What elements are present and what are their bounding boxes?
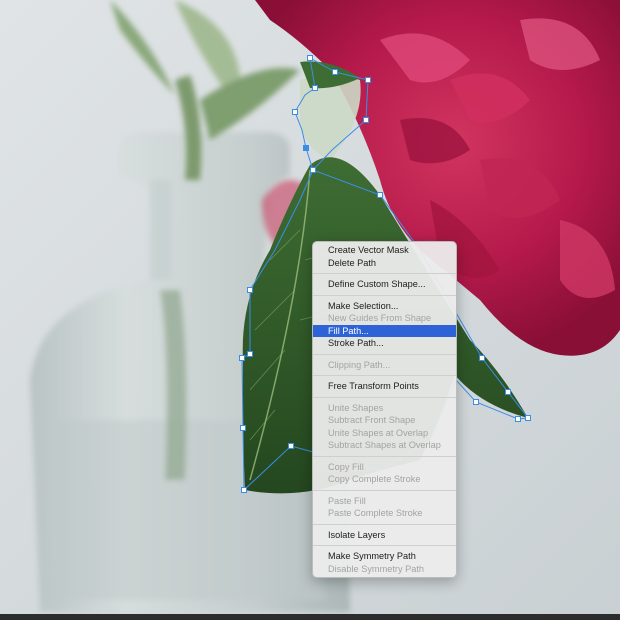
menu-item-delete-path[interactable]: Delete Path	[313, 257, 456, 270]
menu-item-unite-shapes: Unite Shapes	[328, 402, 384, 413]
menu-separator	[313, 350, 456, 359]
menu-separator	[313, 269, 456, 278]
menu-separator	[313, 291, 456, 300]
menu-separator	[313, 452, 456, 461]
menu-item-paste-fill: Paste Fill	[328, 495, 366, 506]
menu-item-define-custom-shape[interactable]: Define Custom Shape...	[313, 278, 456, 291]
menu-separator	[313, 371, 456, 380]
path-context-menu: Create Vector Mask Delete Path Define Cust…	[312, 241, 457, 578]
menu-item-create-vector-mask[interactable]: Create Vector Mask	[313, 244, 456, 257]
menu-item-unite-shapes-at-overlap: Unite Shapes at Overlap	[328, 427, 429, 438]
menu-item-subtract-shapes-at-overlap: Subtract Shapes at Overlap	[328, 440, 441, 450]
menu-item-make-symmetry-path[interactable]: Make Symmetry Path	[313, 550, 456, 563]
menu-item-copy-complete-stroke: Copy Complete Stroke	[328, 474, 421, 484]
menu-separator	[313, 393, 456, 402]
menu-item-copy-fill: Copy Fill	[328, 461, 364, 472]
menu-item-clipping-path: Clipping Path...	[328, 359, 391, 370]
menu-item-fill-path[interactable]: Fill Path...	[313, 324, 456, 337]
menu-item-subtract-front-shape: Subtract Front Shape	[328, 415, 416, 425]
menu-separator	[313, 486, 456, 495]
menu-item-make-selection[interactable]: Make Selection...	[313, 300, 456, 313]
menu-item-isolate-layers[interactable]: Isolate Layers	[313, 529, 456, 542]
menu-item-disable-symmetry-path: Disable Symmetry Path	[328, 563, 424, 574]
window-bottom-edge	[0, 614, 620, 620]
document-image[interactable]	[0, 0, 620, 620]
photo-canvas[interactable]: Create Vector Mask Delete Path Define Cust…	[0, 0, 620, 620]
menu-item-free-transform-points[interactable]: Free Transform Points	[313, 380, 456, 393]
menu-item-paste-complete-stroke: Paste Complete Stroke	[328, 508, 423, 518]
menu-item-new-guides-from-shape: New Guides From Shape	[328, 313, 432, 323]
menu-separator	[313, 541, 456, 550]
menu-separator	[313, 520, 456, 529]
menu-item-stroke-path[interactable]: Stroke Path...	[313, 337, 456, 350]
